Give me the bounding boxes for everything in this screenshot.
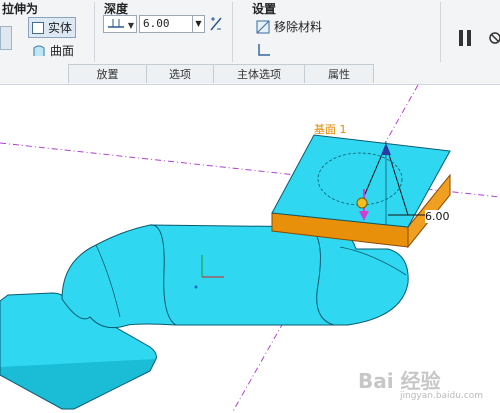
flip-direction-icon[interactable]	[208, 15, 224, 33]
group-divider	[440, 2, 441, 62]
extrusion-preview	[271, 134, 451, 249]
watermark: Bai 经验	[358, 369, 441, 393]
cancel-icon[interactable]	[488, 30, 500, 46]
drag-handle[interactable]	[356, 197, 368, 209]
chevron-down-icon: ▼	[127, 21, 134, 30]
depth-dimension-label[interactable]: 6.00	[425, 210, 450, 223]
group-divider	[232, 2, 233, 62]
surface-icon	[33, 45, 45, 56]
solid-label: 实体	[48, 21, 73, 35]
blind-depth-icon	[108, 19, 124, 28]
tab-options[interactable]: 选项	[146, 64, 214, 83]
depth-value: 6.00	[143, 17, 170, 30]
model-view[interactable]	[0, 85, 500, 413]
solid-button[interactable]: 实体	[28, 17, 77, 38]
settings-title: 设置	[252, 2, 277, 16]
remove-material-label: 移除材料	[274, 20, 323, 34]
plane-label: 基面 1	[314, 123, 347, 136]
extrude-as-title: 拉伸为	[2, 2, 39, 16]
thicken-sketch-icon[interactable]	[257, 43, 271, 57]
depth-value-field[interactable]: 6.00 ▼	[139, 15, 205, 33]
graphics-viewport[interactable]: 基面 1 6.00 Bai 经验 jingyan.baidu.com	[0, 85, 500, 413]
group-divider	[94, 2, 95, 62]
remove-material-icon	[256, 20, 270, 33]
solid-icon	[32, 21, 44, 34]
surface-button[interactable]: 曲面	[32, 42, 74, 59]
ribbon-toolbar: 拉伸为 实体 曲面 深度 ▼ 6.00 ▼ 设置 移除材料 放置 选项 主体选项…	[0, 0, 500, 85]
surface-label: 曲面	[50, 44, 75, 58]
tab-placement[interactable]: 放置	[68, 64, 147, 83]
tab-body-options[interactable]: 主体选项	[213, 64, 305, 83]
pause-icon	[459, 30, 463, 46]
watermark-url: jingyan.baidu.com	[400, 391, 484, 401]
chevron-down-icon[interactable]: ▼	[192, 16, 204, 32]
depth-option-button[interactable]: ▼	[103, 15, 137, 33]
panel-tabs: 放置 选项 主体选项 属性	[68, 64, 374, 84]
partial-icon[interactable]	[0, 26, 12, 50]
remove-material-button[interactable]: 移除材料	[256, 18, 322, 35]
tab-properties[interactable]: 属性	[304, 64, 374, 83]
